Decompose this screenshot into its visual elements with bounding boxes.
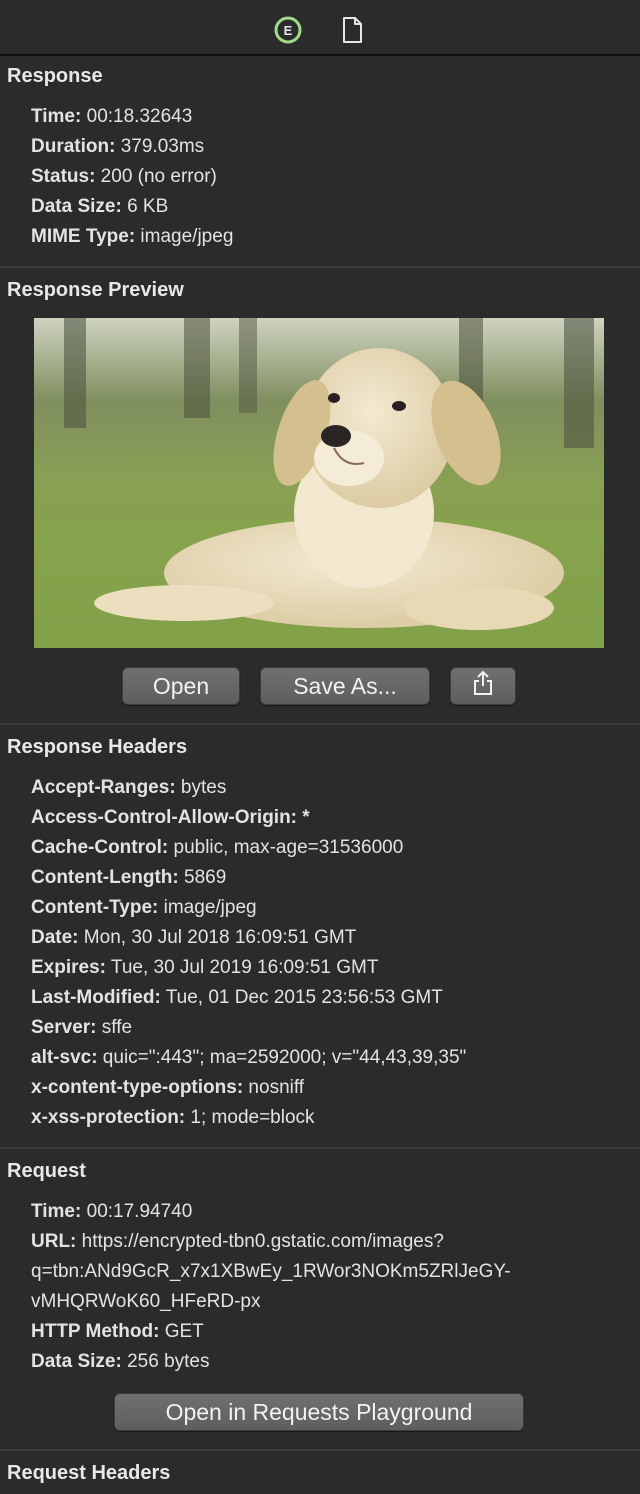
request-url-line2[interactable]: q=tbn:ANd9GcR_x7x1XBwEy_1RWor3NOKm5ZRlJe… [31,1261,511,1283]
svg-text:E: E [284,23,293,38]
open-button[interactable]: Open [122,667,240,705]
response-preview-image [34,318,604,648]
preview-title: Response Preview [7,279,184,301]
header-date: Date: Mon, 30 Jul 2018 16:09:51 GMT [31,927,357,948]
header-cache-control: Cache-Control: public, max-age=31536000 [31,837,404,858]
header-server: Server: sffe [31,1017,133,1038]
header-expires: Expires: Tue, 30 Jul 2019 16:09:51 GMT [31,957,379,978]
header-last-modified: Last-Modified: Tue, 01 Dec 2015 23:56:53… [31,987,443,1008]
response-mime-type: MIME Type: image/jpeg [31,226,234,247]
response-data-size: Data Size: 6 KB [31,196,169,217]
header-content-length: Content-Length: 5869 [31,867,227,888]
response-status: Status: 200 (no error) [31,166,217,187]
document-icon[interactable] [336,14,368,46]
request-title: Request [7,1160,86,1182]
response-headers-title: Response Headers [7,736,188,758]
open-in-requests-playground-button[interactable]: Open in Requests Playground [114,1393,524,1431]
divider [0,723,640,725]
divider [0,266,640,268]
request-url-line3[interactable]: vMHQRWoK60_HFeRD-px [31,1291,260,1313]
request-url[interactable]: URL: https://encrypted-tbn0.gstatic.com/… [31,1231,444,1253]
divider [0,1147,640,1149]
toolbar: E [0,0,640,56]
request-time: Time: 00:17.94740 [31,1201,193,1222]
header-content-type: Content-Type: image/jpeg [31,897,257,918]
request-data-size: Data Size: 256 bytes [31,1351,210,1372]
response-title: Response [7,65,103,87]
header-alt-svc: alt-svc: quic=":443"; ma=2592000; v="44,… [31,1047,467,1068]
response-time: Time: 00:18.32643 [31,106,193,127]
share-icon [472,670,494,702]
header-accept-ranges: Accept-Ranges: bytes [31,777,227,798]
response-duration: Duration: 379.03ms [31,136,205,157]
header-x-xss-protection: x-xss-protection: 1; mode=block [31,1107,315,1128]
share-button[interactable] [450,667,516,705]
e-circle-icon[interactable]: E [272,14,304,46]
request-http-method: HTTP Method: GET [31,1321,204,1342]
request-headers-title: Request Headers [7,1462,171,1484]
divider [0,1449,640,1451]
header-x-content-type-options: x-content-type-options: nosniff [31,1077,305,1098]
save-as-button[interactable]: Save As... [260,667,430,705]
header-access-control-allow-origin: Access-Control-Allow-Origin: * [31,807,310,828]
